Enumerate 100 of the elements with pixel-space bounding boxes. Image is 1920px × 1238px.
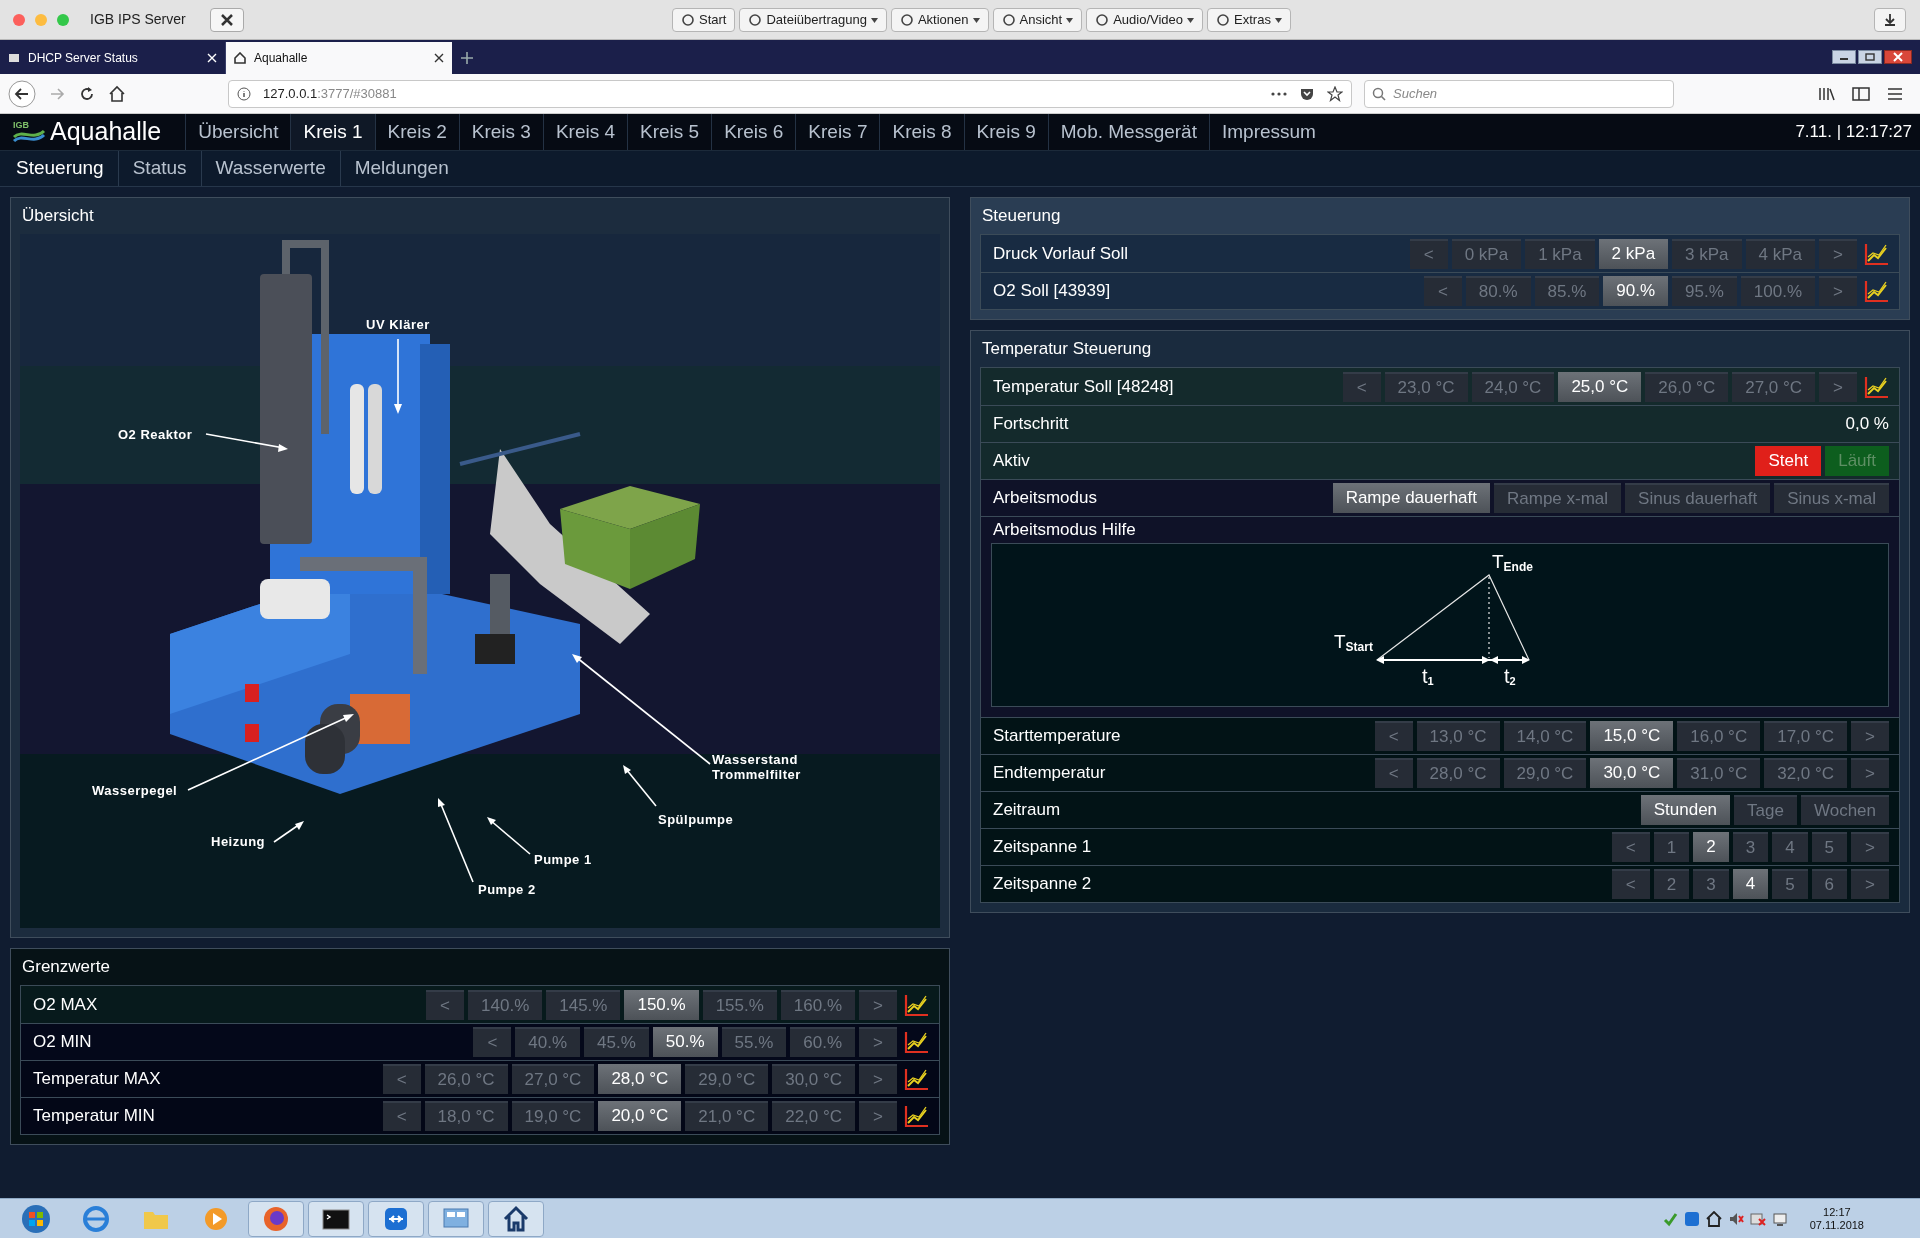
toggle-button[interactable]: Steht <box>1755 446 1822 476</box>
nav-link[interactable]: Kreis 6 <box>711 114 796 150</box>
toolbar-button[interactable]: Aktionen <box>890 8 989 32</box>
download-button[interactable] <box>1874 8 1906 32</box>
chart-icon[interactable] <box>903 1104 929 1128</box>
nav-link[interactable]: Mob. Messgerät <box>1047 114 1209 150</box>
display-icon[interactable] <box>1771 1210 1788 1227</box>
subnav-link[interactable]: Wasserwerte <box>200 151 334 186</box>
chart-icon[interactable] <box>903 992 929 1017</box>
close-icon[interactable] <box>434 53 444 63</box>
option-button[interactable]: Wochen <box>1800 794 1889 825</box>
taskbar-button[interactable] <box>488 1200 544 1237</box>
option-button[interactable]: 140.% <box>468 989 543 1020</box>
option-button[interactable]: Sinus dauerhaft <box>1625 483 1771 513</box>
step-button[interactable]: < <box>1409 238 1448 269</box>
step-button[interactable]: < <box>426 989 465 1020</box>
subnav-link[interactable]: Meldungen <box>339 151 457 186</box>
option-button[interactable]: 95.% <box>1672 276 1737 306</box>
option-button[interactable]: 29,0 °C <box>1503 757 1587 788</box>
option-button[interactable]: 160.% <box>780 989 856 1020</box>
close-button[interactable] <box>209 7 244 32</box>
option-button[interactable]: 40.% <box>515 1027 581 1057</box>
step-button[interactable]: < <box>1423 276 1462 306</box>
nav-link[interactable]: Kreis 7 <box>795 114 880 150</box>
step-button[interactable]: > <box>1851 831 1889 862</box>
toolbar-button[interactable]: Dateiübertragung <box>739 8 887 32</box>
option-button[interactable]: 55.% <box>721 1027 787 1057</box>
nav-link[interactable]: Kreis 4 <box>542 114 628 150</box>
step-button[interactable]: > <box>1819 371 1857 402</box>
option-button[interactable]: 100.% <box>1740 276 1816 306</box>
step-button[interactable]: > <box>859 1064 897 1094</box>
step-button[interactable]: > <box>1819 238 1857 269</box>
step-button[interactable]: > <box>1851 720 1889 751</box>
option-button[interactable]: 150.% <box>624 989 699 1020</box>
option-button[interactable]: 29,0 °C <box>685 1064 769 1094</box>
option-button[interactable]: 14,0 °C <box>1503 720 1587 751</box>
option-button[interactable]: 15,0 °C <box>1590 720 1674 751</box>
more-icon[interactable] <box>1271 90 1287 97</box>
option-button[interactable]: 27,0 °C <box>511 1064 595 1094</box>
option-button[interactable]: Sinus x-mal <box>1774 483 1889 513</box>
option-button[interactable]: 145.% <box>546 989 621 1020</box>
option-button[interactable]: 90.% <box>1603 276 1669 306</box>
nav-link[interactable]: Kreis 5 <box>627 114 712 150</box>
option-button[interactable]: 3 <box>1732 831 1769 862</box>
option-button[interactable]: 45.% <box>584 1027 649 1057</box>
option-button[interactable]: 85.% <box>1534 276 1600 306</box>
chart-icon[interactable] <box>903 1067 929 1091</box>
reload-icon[interactable] <box>78 84 96 103</box>
option-button[interactable]: 28,0 °C <box>1416 757 1500 788</box>
option-button[interactable]: 13,0 °C <box>1416 720 1500 751</box>
toolbar-button[interactable]: Ansicht <box>992 8 1083 32</box>
option-button[interactable]: 30,0 °C <box>772 1064 856 1094</box>
step-button[interactable]: < <box>382 1101 421 1131</box>
step-button[interactable]: < <box>1611 831 1650 862</box>
option-button[interactable]: 31,0 °C <box>1677 757 1761 788</box>
search-field[interactable]: Suchen <box>1364 79 1674 108</box>
step-button[interactable]: > <box>1819 276 1857 306</box>
step-button[interactable]: > <box>1851 757 1889 788</box>
chart-icon[interactable] <box>1863 374 1889 399</box>
option-button[interactable]: 32,0 °C <box>1764 757 1848 788</box>
chart-icon[interactable] <box>1863 279 1889 303</box>
step-button[interactable]: < <box>1611 868 1650 899</box>
step-button[interactable]: > <box>1851 868 1889 899</box>
option-button[interactable]: 155.% <box>702 989 777 1020</box>
option-button[interactable]: 28,0 °C <box>598 1064 682 1094</box>
menu-icon[interactable] <box>1886 85 1904 102</box>
option-button[interactable]: 30,0 °C <box>1590 757 1674 788</box>
option-button[interactable]: Rampe x-mal <box>1494 483 1622 513</box>
browser-tab[interactable]: Aquahalle <box>226 42 452 74</box>
option-button[interactable]: 3 <box>1693 868 1729 899</box>
option-button[interactable]: Stunden <box>1640 794 1731 825</box>
home-icon[interactable] <box>1705 1210 1722 1227</box>
option-button[interactable]: 27,0 °C <box>1732 371 1816 402</box>
chart-icon[interactable] <box>903 1030 929 1054</box>
step-button[interactable]: > <box>859 1027 897 1057</box>
option-button[interactable]: 26,0 °C <box>424 1064 508 1094</box>
option-button[interactable]: 23,0 °C <box>1384 371 1468 402</box>
nav-link[interactable]: Kreis 1 <box>290 114 375 150</box>
address-field[interactable]: 127.0.0.1:3777/#30881 <box>228 79 1352 108</box>
back-icon[interactable] <box>8 79 36 108</box>
sidebar-icon[interactable] <box>1852 85 1870 102</box>
option-button[interactable]: Rampe dauerhaft <box>1332 483 1490 513</box>
option-button[interactable]: 1 <box>1653 831 1690 862</box>
option-button[interactable]: 26,0 °C <box>1645 371 1729 402</box>
subnav-link[interactable]: Status <box>117 151 195 186</box>
option-button[interactable]: 60.% <box>790 1027 856 1057</box>
option-button[interactable]: 24,0 °C <box>1471 371 1555 402</box>
step-button[interactable]: < <box>473 1027 512 1057</box>
option-button[interactable]: 4 <box>1772 831 1808 862</box>
home-icon[interactable] <box>108 84 126 103</box>
library-icon[interactable] <box>1818 85 1836 102</box>
option-button[interactable]: 2 kPa <box>1598 238 1669 269</box>
nav-link[interactable]: Impressum <box>1208 114 1328 150</box>
option-button[interactable]: 19,0 °C <box>511 1101 595 1131</box>
option-button[interactable]: 1 kPa <box>1525 238 1595 269</box>
option-button[interactable]: 16,0 °C <box>1677 720 1761 751</box>
option-button[interactable]: 50.% <box>652 1027 718 1057</box>
option-button[interactable]: 2 <box>1653 868 1690 899</box>
nav-link[interactable]: Kreis 8 <box>879 114 964 150</box>
chart-icon[interactable] <box>1863 241 1889 266</box>
